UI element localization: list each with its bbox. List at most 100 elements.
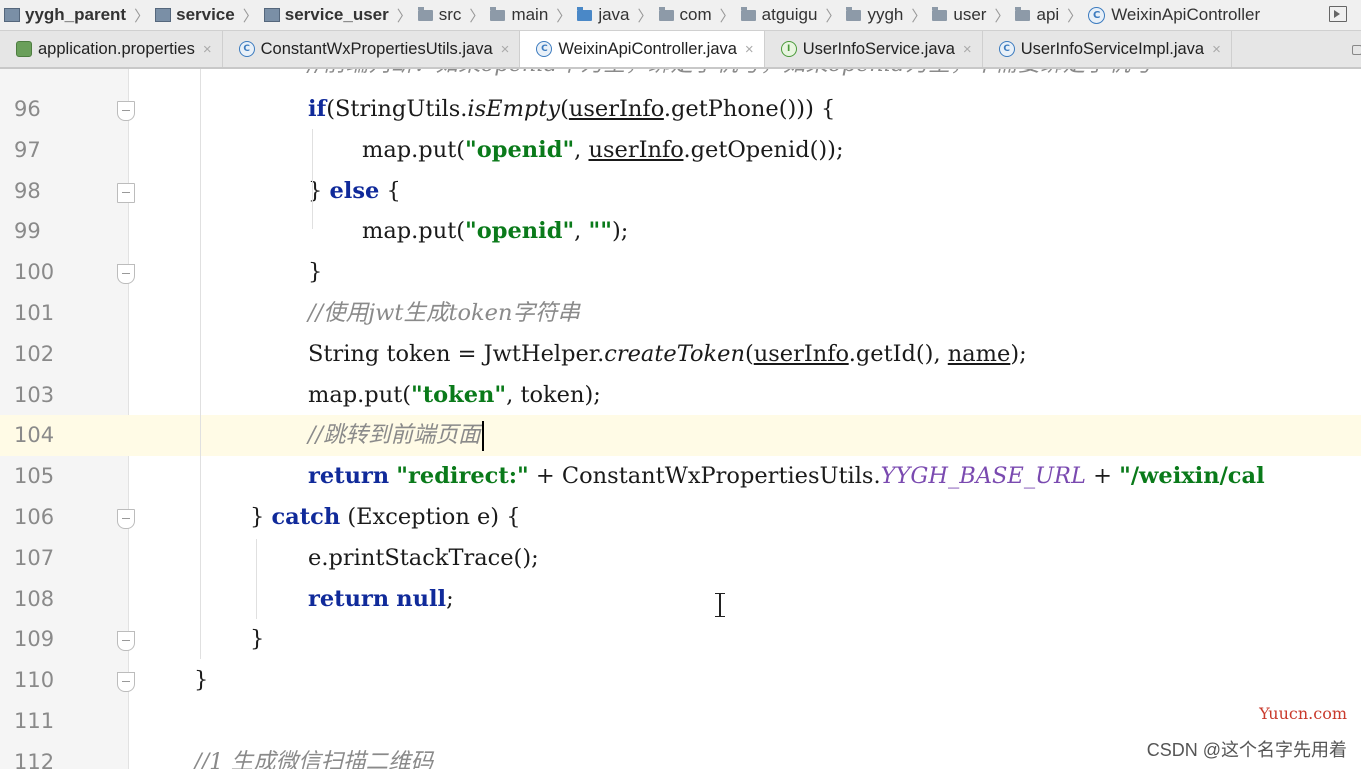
fold-marker-icon[interactable] <box>117 509 135 529</box>
folder-icon <box>417 6 433 21</box>
line-number: 99 <box>14 219 41 244</box>
line-number: 102 <box>14 341 55 366</box>
tab-label: WeixinApiController.java <box>558 39 737 58</box>
code-line-96: 96 if(StringUtils.isEmpty(userInfo.getPh… <box>0 89 1361 130</box>
breadcrumb-label: main <box>511 5 549 24</box>
chevron-right-icon: 〉 <box>469 7 485 25</box>
breadcrumb-item[interactable]: src <box>414 0 468 30</box>
breadcrumb-label: WeixinApiController <box>1111 5 1261 24</box>
chevron-right-icon: 〉 <box>911 7 927 25</box>
fold-marker-icon[interactable] <box>117 101 135 121</box>
code-line-98: 98 } else { <box>0 171 1361 212</box>
code-line-104-current: 104 //跳转到前端页面 <box>0 415 1361 457</box>
properties-icon <box>16 41 32 57</box>
code-text: String token = JwtHelper.createToken(use… <box>308 340 1027 367</box>
tab-label: ConstantWxPropertiesUtils.java <box>260 39 493 58</box>
code-text: map.put("token", token); <box>308 381 601 408</box>
package-icon <box>740 6 756 21</box>
breadcrumb-item[interactable]: main <box>486 0 554 30</box>
close-tab-icon[interactable]: × <box>203 41 212 58</box>
code-comment: //1 生成微信扫描二维码 <box>194 748 434 769</box>
tab-overflow-icon[interactable] <box>1349 31 1361 67</box>
code-text: } catch (Exception e) { <box>250 504 521 530</box>
breadcrumb-label: service <box>176 5 235 24</box>
code-text: } <box>308 259 323 286</box>
editor-tab[interactable]: application.properties × <box>0 31 223 67</box>
breadcrumb-item[interactable]: atguigu <box>737 0 824 30</box>
line-number: 103 <box>14 382 55 407</box>
chevron-right-icon: 〉 <box>134 7 150 25</box>
tab-label: application.properties <box>38 39 195 58</box>
close-tab-icon[interactable]: × <box>745 41 754 58</box>
code-line-102: 102 String token = JwtHelper.createToken… <box>0 334 1361 375</box>
breadcrumb-label: user <box>953 5 987 24</box>
breadcrumb-label: atguigu <box>761 5 818 24</box>
class-icon: C <box>536 41 553 57</box>
line-number: 100 <box>14 260 55 285</box>
code-text: map.put("openid", ""); <box>362 218 629 245</box>
breadcrumb-item[interactable]: yygh <box>842 0 909 30</box>
package-icon <box>1015 6 1031 21</box>
code-text: e.printStackTrace(); <box>308 544 539 571</box>
breadcrumb-item[interactable]: java <box>573 0 635 30</box>
code-text: if(StringUtils.isEmpty(userInfo.getPhone… <box>308 96 836 122</box>
breadcrumb-item[interactable]: yygh_parent <box>0 0 132 30</box>
editor-tab[interactable]: C UserInfoServiceImpl.java × <box>983 31 1232 67</box>
line-number: 101 <box>14 301 55 325</box>
line-number: 111 <box>14 709 55 733</box>
breadcrumb-label: yygh_parent <box>25 5 127 24</box>
line-number: 96 <box>14 97 41 121</box>
code-text: } <box>250 626 265 653</box>
code-text: return null; <box>308 585 454 612</box>
breadcrumb-item[interactable]: service <box>151 0 241 30</box>
line-number: 109 <box>14 627 55 652</box>
code-line: //前端判断：如果openid不为空，绑定手机号，如果openid为空，不需要绑… <box>0 69 1361 85</box>
code-line-106: 106 } catch (Exception e) { <box>0 497 1361 538</box>
fold-marker-icon[interactable] <box>117 264 135 285</box>
close-tab-icon[interactable]: × <box>1212 41 1221 58</box>
editor-tab-bar: application.properties × C ConstantWxProper… <box>0 31 1361 69</box>
breadcrumb-label: yygh <box>867 5 904 24</box>
code-line-103: 103 map.put("token", token); <box>0 375 1361 416</box>
watermark-author: CSDN @这个名字先用着 <box>1146 740 1347 760</box>
module-icon <box>263 8 280 22</box>
code-line-97: 97 map.put("openid", userInfo.getOpenid(… <box>0 130 1361 171</box>
breadcrumb-label: api <box>1036 5 1060 24</box>
code-comment: //前端判断：如果openid不为空，绑定手机号，如果openid为空，不需要绑… <box>308 69 1153 85</box>
indent-guide <box>312 129 313 229</box>
breadcrumb-label: service_user <box>284 5 389 24</box>
breadcrumb-item[interactable]: C WeixinApiController <box>1084 0 1266 30</box>
restore-layout-icon[interactable] <box>1329 6 1347 22</box>
source-folder-icon <box>577 6 593 21</box>
code-editor[interactable]: //前端判断：如果openid不为空，绑定手机号，如果openid为空，不需要绑… <box>0 69 1361 769</box>
line-number: 106 <box>14 505 55 529</box>
breadcrumb-label: java <box>598 5 630 24</box>
breadcrumb-item[interactable]: api <box>1011 0 1065 30</box>
package-icon <box>658 6 674 21</box>
line-number: 107 <box>14 545 55 570</box>
close-tab-icon[interactable]: × <box>501 41 510 58</box>
code-line-109: 109 } <box>0 619 1361 660</box>
chevron-right-icon: 〉 <box>242 7 258 25</box>
code-text: } <box>194 667 209 694</box>
breadcrumb-item[interactable]: service_user <box>260 0 395 30</box>
class-icon: C <box>1088 6 1106 24</box>
mouse-ibeam-cursor-icon <box>715 593 725 617</box>
line-number: 112 <box>14 749 55 769</box>
tab-label: UserInfoService.java <box>802 39 955 58</box>
fold-marker-icon[interactable] <box>117 631 135 652</box>
line-number: 104 <box>14 423 55 448</box>
line-number: 97 <box>14 137 41 162</box>
tab-label: UserInfoServiceImpl.java <box>1020 39 1205 58</box>
code-text: } else { <box>308 177 401 204</box>
fold-marker-icon[interactable] <box>117 182 135 203</box>
close-tab-icon[interactable]: × <box>963 41 972 58</box>
indent-guide <box>256 539 257 619</box>
module-icon <box>4 8 20 22</box>
breadcrumb-item[interactable]: user <box>928 0 992 30</box>
breadcrumb-item[interactable]: com <box>655 0 718 30</box>
fold-marker-icon[interactable] <box>117 672 135 693</box>
editor-tab[interactable]: C ConstantWxPropertiesUtils.java × <box>223 31 521 67</box>
editor-tab[interactable]: I UserInfoService.java × <box>765 31 983 67</box>
editor-tab[interactable]: C WeixinApiController.java × <box>520 31 765 67</box>
